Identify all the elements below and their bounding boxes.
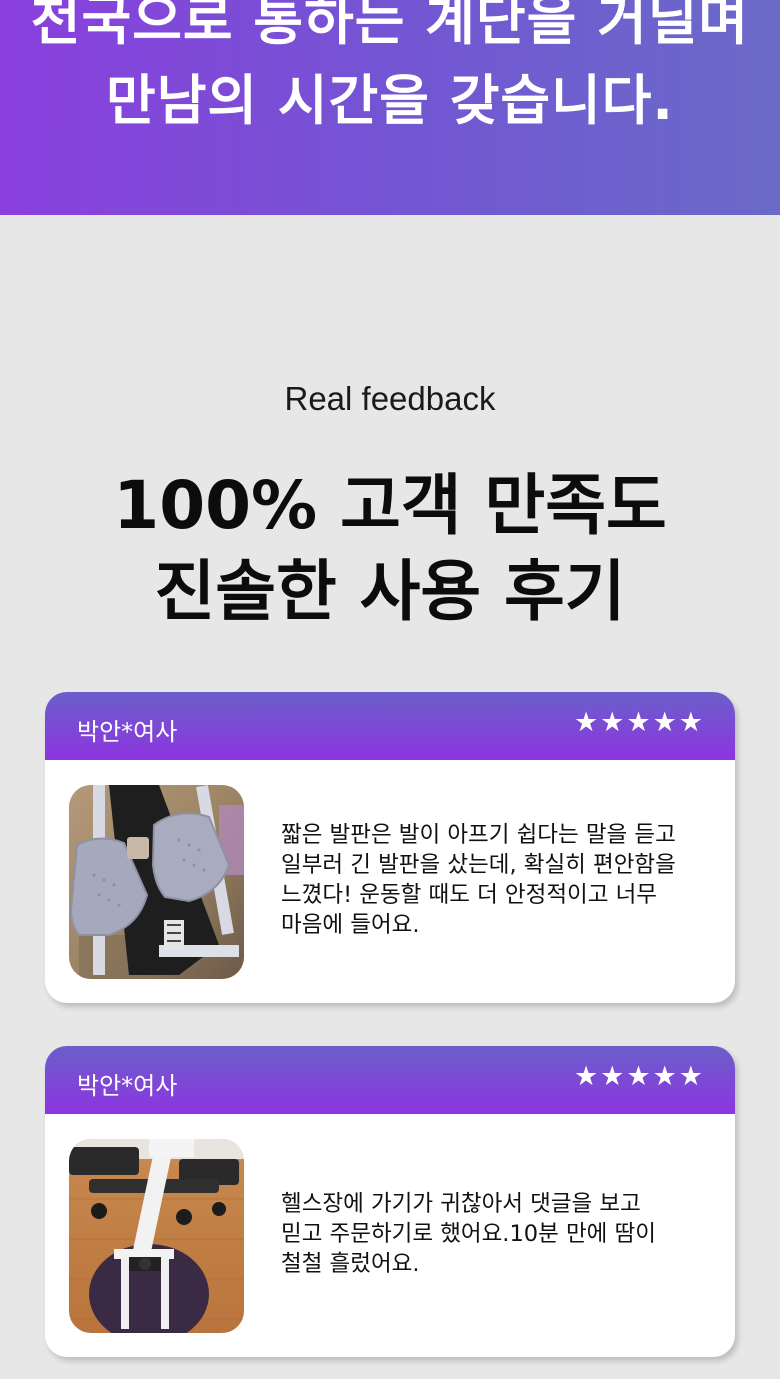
hero-title-line-2: 만남의 시간을 갖습니다. (106, 69, 674, 132)
hero-title-line-1: 천국으로 통하는 계단을 거닐며 (30, 0, 750, 52)
star-rating: ★★★★★ (573, 707, 705, 738)
review-photo-stepper-pedals (69, 785, 244, 979)
section-headline-line-1: 100% 고객 만족도 (113, 467, 667, 544)
review-card: 박안*여사 ★★★★★ (45, 692, 735, 1003)
review-photo-stepper-in-room (69, 1139, 244, 1333)
review-card: 박안*여사 ★★★★★ (45, 1046, 735, 1357)
review-text: 헬스장에 가기가 귀찮아서 댓글을 보고 믿고 주문하기로 했어요.10분 만에… (281, 1191, 656, 1277)
review-card-header: 박안*여사 ★★★★★ (45, 692, 735, 760)
section-eyebrow: Real feedback (284, 380, 496, 417)
hero-banner: 천국으로 통하는 계단을 거닐며 만남의 시간을 갖습니다. (0, 0, 780, 215)
review-card-header: 박안*여사 ★★★★★ (45, 1046, 735, 1114)
reviewer-name: 박안*여사 (77, 1072, 178, 1100)
reviewer-name: 박안*여사 (77, 718, 178, 746)
star-rating: ★★★★★ (573, 1061, 705, 1092)
review-text: 짧은 발판은 발이 아프기 쉽다는 말을 듣고 일부러 긴 발판을 샀는데, 확… (281, 822, 676, 938)
section-headline-line-2: 진솔한 사용 후기 (154, 553, 626, 630)
